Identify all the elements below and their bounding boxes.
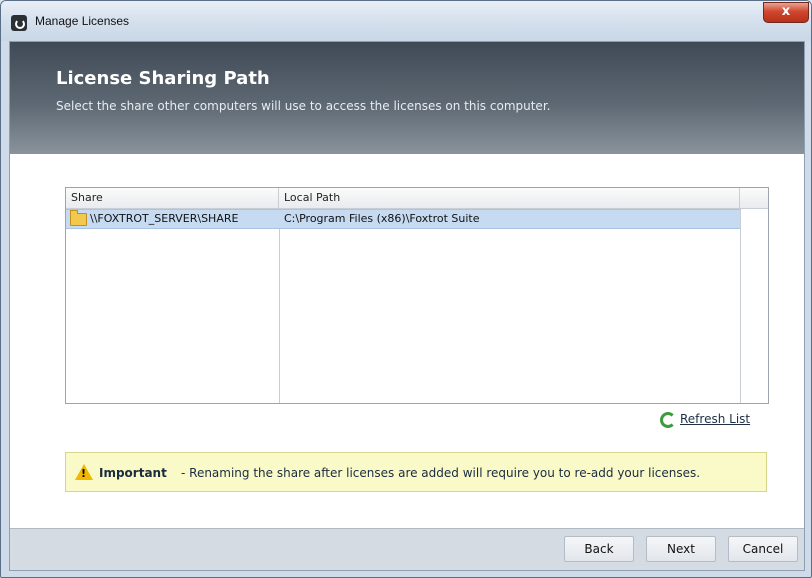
page-subtitle: Select the share other computers will us… <box>56 99 551 113</box>
header-banner: License Sharing Path Select the share ot… <box>10 42 804 154</box>
column-header-filler <box>740 188 768 208</box>
window: Manage Licenses x License Sharing Path S… <box>0 0 812 578</box>
back-button[interactable]: Back <box>564 536 634 562</box>
column-divider <box>740 208 741 403</box>
window-title: Manage Licenses <box>35 14 130 28</box>
warning-exclamation: ! <box>81 467 87 480</box>
table-row[interactable]: \\FOXTROT_SERVER\SHARE C:\Program Files … <box>66 209 740 229</box>
column-header-local-path[interactable]: Local Path <box>279 188 740 208</box>
grid-header: Share Local Path <box>66 188 768 209</box>
refresh-list-label: Refresh List <box>680 412 751 426</box>
notice-text: - Renaming the share after licenses are … <box>181 466 701 480</box>
notice-title: Important <box>99 466 167 480</box>
cancel-button[interactable]: Cancel <box>728 536 798 562</box>
title-bar[interactable]: Manage Licenses x <box>1 1 811 41</box>
page-title: License Sharing Path <box>56 68 270 89</box>
button-bar: Back Next Cancel <box>10 528 804 570</box>
folder-icon <box>70 210 87 226</box>
next-button[interactable]: Next <box>646 536 716 562</box>
app-icon <box>11 15 27 31</box>
close-button[interactable]: x <box>763 2 809 23</box>
local-path: C:\Program Files (x86)\Foxtrot Suite <box>284 212 480 225</box>
column-header-share[interactable]: Share <box>66 188 279 208</box>
dialog-body: License Sharing Path Select the share ot… <box>9 41 805 571</box>
refresh-list-link[interactable]: Refresh List <box>660 410 751 428</box>
refresh-icon <box>660 412 676 428</box>
share-name: \\FOXTROT_SERVER\SHARE <box>90 212 239 225</box>
share-list[interactable]: Share Local Path \\FOXTROT_SERVER\SHARE … <box>65 187 769 404</box>
important-notice: ! Important - Renaming the share after l… <box>65 452 767 492</box>
column-divider <box>279 208 280 403</box>
